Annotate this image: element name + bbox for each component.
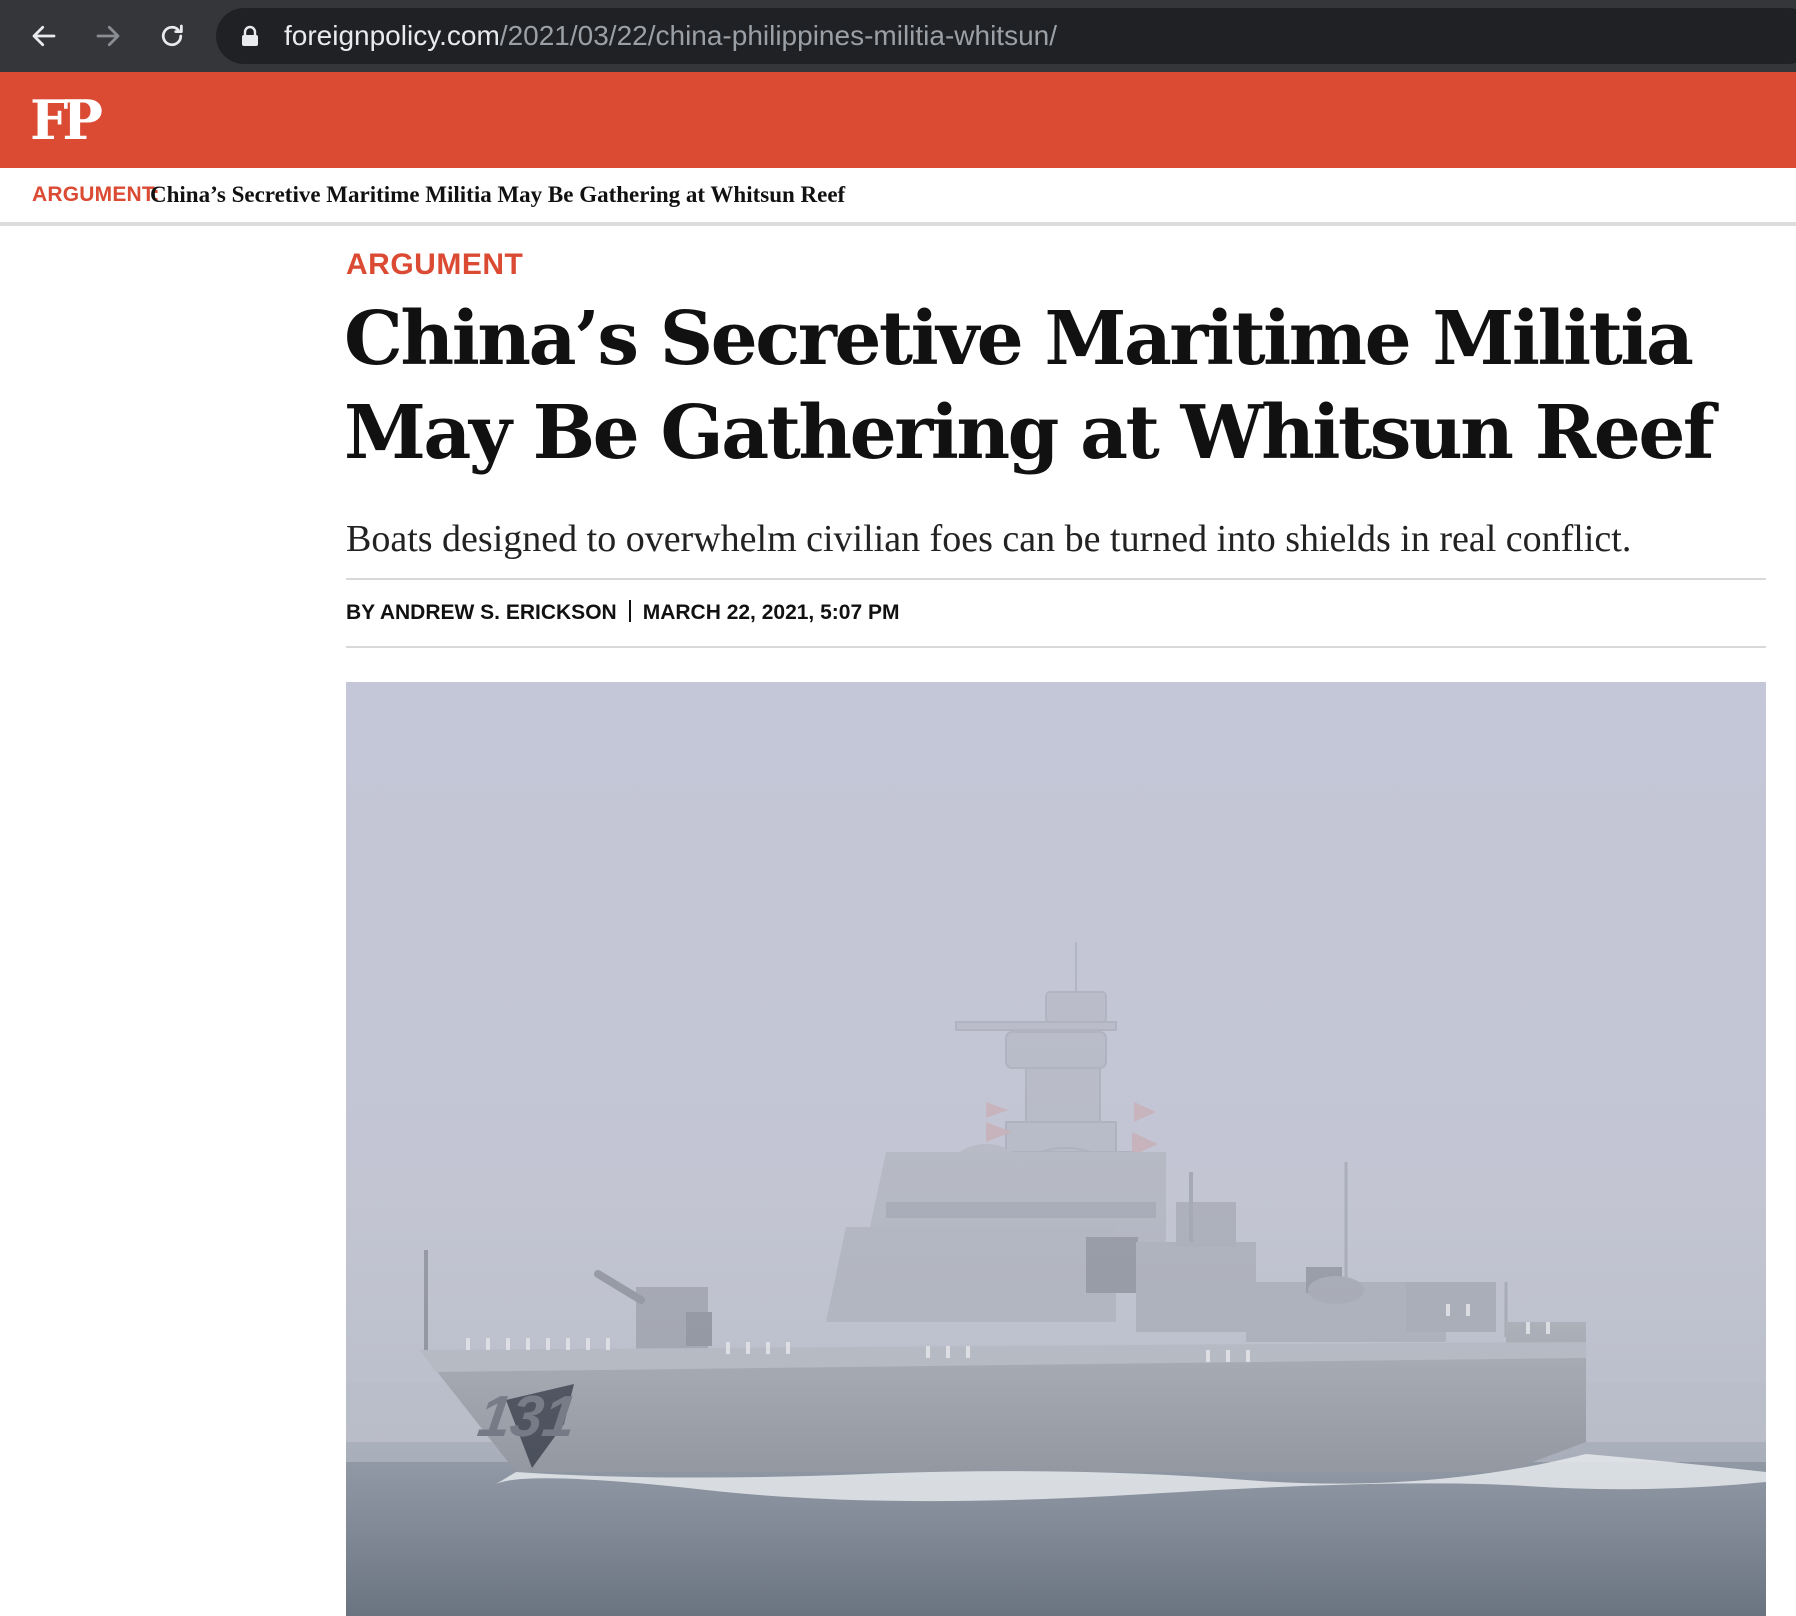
address-url: foreignpolicy.com/2021/03/22/china-phili… — [284, 8, 1057, 64]
divider — [346, 578, 1766, 580]
warship-photo: 131 — [346, 682, 1766, 1616]
sticky-title: China’s Secretive Maritime Militia May B… — [150, 182, 846, 207]
byline: BY ANDREW S. ERICKSON MARCH 22, 2021, 5:0… — [346, 598, 899, 628]
sticky-article-header: ARGUMENT: China’s Secretive Maritime Mil… — [0, 168, 1796, 226]
browser-toolbar: foreignpolicy.com/2021/03/22/china-phili… — [0, 0, 1796, 72]
address-bar[interactable]: foreignpolicy.com/2021/03/22/china-phili… — [216, 8, 1796, 64]
forward-button[interactable] — [86, 14, 130, 58]
sticky-kicker[interactable]: ARGUMENT: — [32, 180, 160, 210]
byline-separator — [628, 600, 631, 622]
fp-logo[interactable]: FP — [30, 84, 103, 156]
publish-date: MARCH 22, 2021, 5:07 PM — [642, 601, 900, 624]
reload-icon — [161, 24, 183, 47]
article-kicker[interactable]: ARGUMENT — [346, 248, 523, 282]
back-button[interactable] — [22, 14, 66, 58]
article-dek: Boats designed to overwhelm civilian foe… — [346, 518, 1632, 560]
reload-button[interactable] — [150, 14, 194, 58]
hero-image: 131 — [346, 682, 1766, 1616]
lock-icon — [242, 25, 258, 46]
back-arrow-icon — [32, 25, 56, 47]
divider — [346, 646, 1766, 648]
author[interactable]: BY ANDREW S. ERICKSON — [346, 601, 617, 624]
forward-arrow-icon — [96, 25, 120, 47]
url-path: /2021/03/22/china-philippines-militia-wh… — [499, 20, 1057, 51]
site-header: FP — [0, 72, 1796, 168]
url-host: foreignpolicy.com — [284, 20, 500, 51]
article-headline: China’s Secretive Maritime Militia May B… — [344, 296, 1715, 476]
